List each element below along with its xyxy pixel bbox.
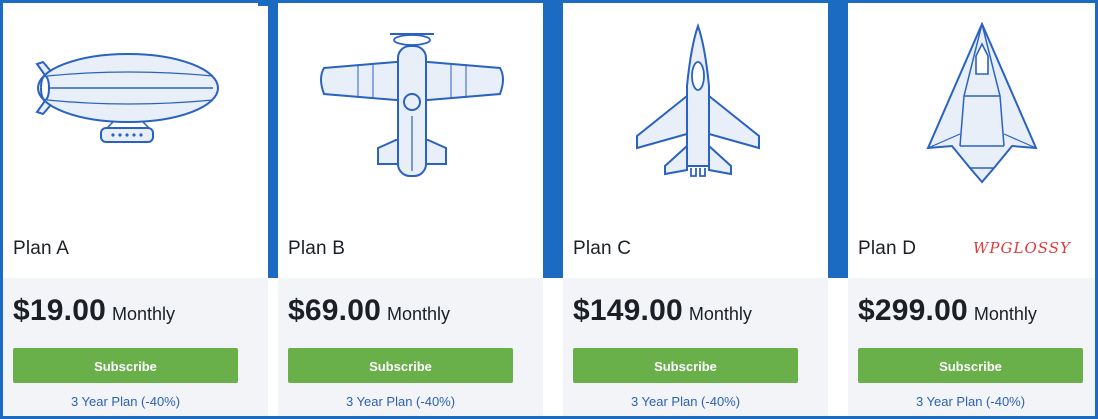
plan-price-section: $299.00 Monthly Subscribe 3 Year Plan (-4… <box>848 278 1095 416</box>
price-period: Monthly <box>386 304 450 324</box>
price-amount: $299.00 <box>858 294 968 327</box>
plan-card-d: Plan D $299.00 Monthly Subscribe 3 Year P… <box>848 6 1095 416</box>
price-amount: $19.00 <box>13 294 106 327</box>
price: $149.00 Monthly <box>573 294 752 328</box>
subscribe-button[interactable]: Subscribe <box>288 348 513 383</box>
plan-price-section: $69.00 Monthly Subscribe 3 Year Plan (-40… <box>278 278 543 416</box>
plan-name: Plan B <box>288 238 346 259</box>
subscribe-button[interactable]: Subscribe <box>13 348 238 383</box>
three-year-plan-link[interactable]: 3 Year Plan (-40%) <box>13 394 238 409</box>
three-year-plan-link[interactable]: 3 Year Plan (-40%) <box>288 394 513 409</box>
price-amount: $69.00 <box>288 294 381 327</box>
plan-price-section: $149.00 Monthly Subscribe 3 Year Plan (-4… <box>563 278 828 416</box>
divider-strip <box>828 3 848 278</box>
three-year-plan-link[interactable]: 3 Year Plan (-40%) <box>573 394 798 409</box>
subscribe-button[interactable]: Subscribe <box>858 348 1083 383</box>
price-period: Monthly <box>973 304 1037 324</box>
price-period: Monthly <box>688 304 752 324</box>
price-amount: $149.00 <box>573 294 683 327</box>
watermark: WPGLOSSY <box>973 239 1071 257</box>
plan-card-a: Plan A $19.00 Monthly Subscribe 3 Year Pl… <box>3 6 268 416</box>
plan-name: Plan C <box>573 238 632 259</box>
fighter-jet-icon <box>636 22 760 177</box>
pricing-table: Plan A $19.00 Monthly Subscribe 3 Year Pl… <box>0 0 1098 419</box>
stealth-jet-icon <box>926 21 1038 184</box>
plan-price-section: $19.00 Monthly Subscribe 3 Year Plan (-40… <box>3 278 268 416</box>
plan-card-c: Plan C $149.00 Monthly Subscribe 3 Year P… <box>563 6 828 416</box>
divider-strip <box>543 3 563 278</box>
propeller-plane-icon <box>320 33 504 177</box>
three-year-plan-link[interactable]: 3 Year Plan (-40%) <box>858 394 1083 409</box>
plan-name: Plan A <box>13 238 70 259</box>
airship-icon <box>35 53 219 143</box>
plan-name: Plan D <box>858 238 917 259</box>
price-period: Monthly <box>111 304 175 324</box>
plan-card-b: Plan B $69.00 Monthly Subscribe 3 Year Pl… <box>278 6 543 416</box>
subscribe-button[interactable]: Subscribe <box>573 348 798 383</box>
price: $69.00 Monthly <box>288 294 450 328</box>
price: $299.00 Monthly <box>858 294 1037 328</box>
price: $19.00 Monthly <box>13 294 175 328</box>
